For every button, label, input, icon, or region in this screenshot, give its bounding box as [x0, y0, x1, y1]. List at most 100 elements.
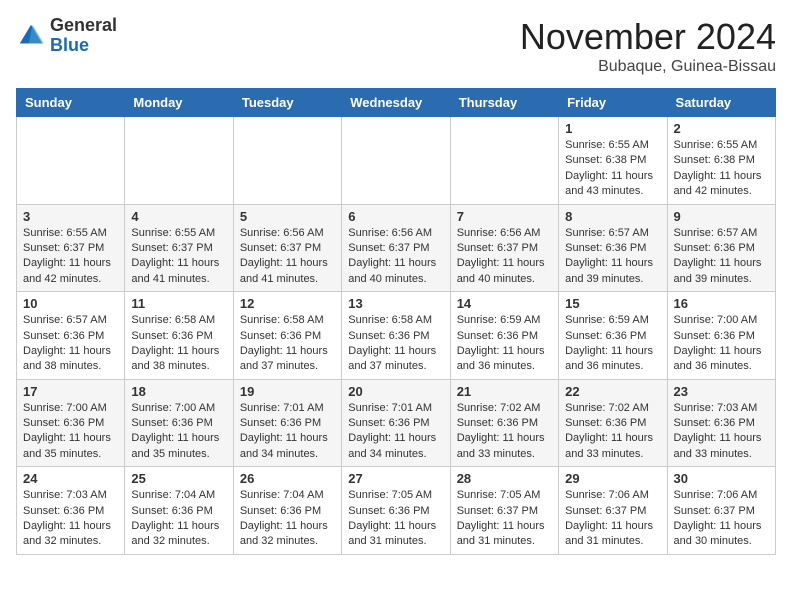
calendar-weekday-header: Friday — [559, 89, 667, 117]
calendar-day-cell: 2Sunrise: 6:55 AMSunset: 6:38 PMDaylight… — [667, 117, 775, 205]
calendar-day-cell: 7 Sunrise: 6:56 AMSunset: 6:37 PMDaylight… — [450, 204, 558, 292]
day-info: Sunrise: 6:55 AMSunset: 6:37 PMDaylight:… — [131, 226, 226, 288]
day-info: Sunrise: 6:57 AMSunset: 6:36 PMDaylight:… — [565, 226, 660, 288]
day-number: 26 — [240, 471, 335, 486]
logo-text: General Blue — [50, 16, 117, 56]
day-number: 17 — [23, 384, 118, 399]
day-info: Sunrise: 6:56 AMSunset: 6:37 PMDaylight:… — [240, 226, 335, 288]
calendar-day-cell: 13Sunrise: 6:58 AMSunset: 6:36 PMDayligh… — [342, 292, 450, 380]
calendar-day-cell: 6 Sunrise: 6:56 AMSunset: 6:37 PMDaylight… — [342, 204, 450, 292]
title-block: November 2024 Bubaque, Guinea-Bissau — [520, 16, 776, 76]
day-info: Sunrise: 6:59 AMSunset: 6:36 PMDaylight:… — [565, 313, 660, 375]
day-info: Sunrise: 7:06 AMSunset: 6:37 PMDaylight:… — [565, 488, 660, 550]
day-number: 24 — [23, 471, 118, 486]
day-number: 23 — [674, 384, 769, 399]
day-info: Sunrise: 7:03 AMSunset: 6:36 PMDaylight:… — [674, 401, 769, 463]
calendar-weekday-header: Tuesday — [233, 89, 341, 117]
calendar-day-cell: 21 Sunrise: 7:02 AMSunset: 6:36 PMDayligh… — [450, 379, 558, 467]
logo: General Blue — [16, 16, 117, 56]
day-info: Sunrise: 7:00 AMSunset: 6:36 PMDaylight:… — [131, 401, 226, 463]
calendar-day-cell: 18 Sunrise: 7:00 AMSunset: 6:36 PMDayligh… — [125, 379, 233, 467]
day-info: Sunrise: 6:55 AMSunset: 6:37 PMDaylight:… — [23, 226, 118, 288]
calendar-day-cell: 28 Sunrise: 7:05 AMSunset: 6:37 PMDayligh… — [450, 467, 558, 555]
calendar-day-cell: 10 Sunrise: 6:57 AMSunset: 6:36 PMDayligh… — [17, 292, 125, 380]
day-number: 14 — [457, 296, 552, 311]
day-number: 22 — [565, 384, 660, 399]
calendar-week-row: 3 Sunrise: 6:55 AMSunset: 6:37 PMDaylight… — [17, 204, 776, 292]
day-info: Sunrise: 7:00 AMSunset: 6:36 PMDaylight:… — [674, 313, 769, 375]
calendar-weekday-header: Thursday — [450, 89, 558, 117]
calendar-header-row: SundayMondayTuesdayWednesdayThursdayFrid… — [17, 89, 776, 117]
day-number: 29 — [565, 471, 660, 486]
calendar-day-cell: 30 Sunrise: 7:06 AMSunset: 6:37 PMDayligh… — [667, 467, 775, 555]
day-info: Sunrise: 6:56 AMSunset: 6:37 PMDaylight:… — [348, 226, 443, 288]
calendar-day-cell: 16Sunrise: 7:00 AMSunset: 6:36 PMDayligh… — [667, 292, 775, 380]
calendar-week-row: 24 Sunrise: 7:03 AMSunset: 6:36 PMDayligh… — [17, 467, 776, 555]
day-number: 8 — [565, 209, 660, 224]
page-header: General Blue November 2024 Bubaque, Guin… — [16, 16, 776, 76]
day-info: Sunrise: 7:01 AMSunset: 6:36 PMDaylight:… — [240, 401, 335, 463]
calendar-day-cell — [17, 117, 125, 205]
day-info: Sunrise: 6:59 AMSunset: 6:36 PMDaylight:… — [457, 313, 552, 375]
day-info: Sunrise: 7:03 AMSunset: 6:36 PMDaylight:… — [23, 488, 118, 550]
day-number: 21 — [457, 384, 552, 399]
day-number: 19 — [240, 384, 335, 399]
calendar-day-cell: 22Sunrise: 7:02 AMSunset: 6:36 PMDayligh… — [559, 379, 667, 467]
day-info: Sunrise: 7:05 AMSunset: 6:36 PMDaylight:… — [348, 488, 443, 550]
calendar-weekday-header: Monday — [125, 89, 233, 117]
logo-blue: Blue — [50, 35, 89, 55]
day-number: 7 — [457, 209, 552, 224]
calendar-week-row: 10 Sunrise: 6:57 AMSunset: 6:36 PMDayligh… — [17, 292, 776, 380]
day-number: 30 — [674, 471, 769, 486]
logo-general: General — [50, 15, 117, 35]
day-number: 28 — [457, 471, 552, 486]
calendar-day-cell — [450, 117, 558, 205]
calendar-day-cell: 26 Sunrise: 7:04 AMSunset: 6:36 PMDayligh… — [233, 467, 341, 555]
calendar-day-cell: 5 Sunrise: 6:56 AMSunset: 6:37 PMDaylight… — [233, 204, 341, 292]
calendar-weekday-header: Sunday — [17, 89, 125, 117]
calendar-day-cell: 20 Sunrise: 7:01 AMSunset: 6:36 PMDayligh… — [342, 379, 450, 467]
calendar-day-cell: 25 Sunrise: 7:04 AMSunset: 6:36 PMDayligh… — [125, 467, 233, 555]
calendar-day-cell: 15 Sunrise: 6:59 AMSunset: 6:36 PMDayligh… — [559, 292, 667, 380]
calendar-day-cell: 11 Sunrise: 6:58 AMSunset: 6:36 PMDayligh… — [125, 292, 233, 380]
calendar-day-cell: 17 Sunrise: 7:00 AMSunset: 6:36 PMDayligh… — [17, 379, 125, 467]
day-number: 2 — [674, 121, 769, 136]
day-info: Sunrise: 6:58 AMSunset: 6:36 PMDaylight:… — [348, 313, 443, 375]
day-info: Sunrise: 6:55 AMSunset: 6:38 PMDaylight:… — [565, 138, 660, 200]
day-number: 3 — [23, 209, 118, 224]
calendar-day-cell: 14 Sunrise: 6:59 AMSunset: 6:36 PMDayligh… — [450, 292, 558, 380]
day-number: 9 — [674, 209, 769, 224]
day-number: 1 — [565, 121, 660, 136]
calendar-day-cell — [233, 117, 341, 205]
day-number: 5 — [240, 209, 335, 224]
day-info: Sunrise: 7:06 AMSunset: 6:37 PMDaylight:… — [674, 488, 769, 550]
day-info: Sunrise: 7:00 AMSunset: 6:36 PMDaylight:… — [23, 401, 118, 463]
calendar-day-cell: 29 Sunrise: 7:06 AMSunset: 6:37 PMDayligh… — [559, 467, 667, 555]
day-info: Sunrise: 7:04 AMSunset: 6:36 PMDaylight:… — [131, 488, 226, 550]
day-number: 20 — [348, 384, 443, 399]
day-number: 11 — [131, 296, 226, 311]
day-info: Sunrise: 7:05 AMSunset: 6:37 PMDaylight:… — [457, 488, 552, 550]
day-number: 25 — [131, 471, 226, 486]
day-info: Sunrise: 6:58 AMSunset: 6:36 PMDaylight:… — [131, 313, 226, 375]
calendar-weekday-header: Saturday — [667, 89, 775, 117]
day-info: Sunrise: 6:56 AMSunset: 6:37 PMDaylight:… — [457, 226, 552, 288]
calendar-week-row: 17 Sunrise: 7:00 AMSunset: 6:36 PMDayligh… — [17, 379, 776, 467]
calendar-day-cell: 24 Sunrise: 7:03 AMSunset: 6:36 PMDayligh… — [17, 467, 125, 555]
day-info: Sunrise: 6:57 AMSunset: 6:36 PMDaylight:… — [23, 313, 118, 375]
calendar-weekday-header: Wednesday — [342, 89, 450, 117]
calendar-day-cell: 3 Sunrise: 6:55 AMSunset: 6:37 PMDaylight… — [17, 204, 125, 292]
calendar-day-cell — [125, 117, 233, 205]
day-info: Sunrise: 7:02 AMSunset: 6:36 PMDaylight:… — [457, 401, 552, 463]
day-number: 15 — [565, 296, 660, 311]
day-info: Sunrise: 7:04 AMSunset: 6:36 PMDaylight:… — [240, 488, 335, 550]
day-number: 10 — [23, 296, 118, 311]
day-info: Sunrise: 7:01 AMSunset: 6:36 PMDaylight:… — [348, 401, 443, 463]
logo-icon — [16, 21, 46, 51]
day-number: 6 — [348, 209, 443, 224]
calendar-day-cell: 1 Sunrise: 6:55 AMSunset: 6:38 PMDaylight… — [559, 117, 667, 205]
month-title: November 2024 — [520, 16, 776, 58]
day-number: 18 — [131, 384, 226, 399]
calendar-day-cell: 9Sunrise: 6:57 AMSunset: 6:36 PMDaylight… — [667, 204, 775, 292]
calendar-table: SundayMondayTuesdayWednesdayThursdayFrid… — [16, 88, 776, 555]
